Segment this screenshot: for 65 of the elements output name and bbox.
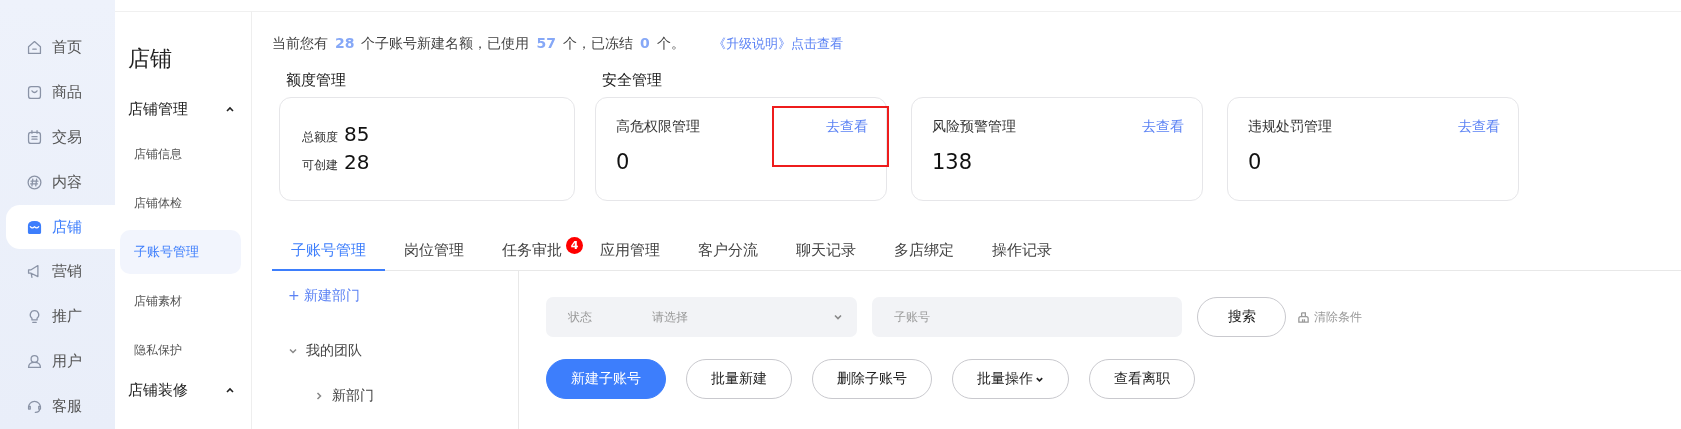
user-icon bbox=[26, 352, 43, 370]
tab[interactable]: 子账号管理 bbox=[272, 231, 385, 271]
tab[interactable]: 聊天记录 bbox=[777, 231, 875, 271]
action-button[interactable]: 批量操作 bbox=[952, 359, 1069, 399]
broom-icon bbox=[1297, 310, 1310, 324]
view-link[interactable]: 去查看 bbox=[826, 118, 868, 136]
sidebar-item[interactable]: 店铺体检 bbox=[120, 181, 241, 225]
add-department-link[interactable]: + 新建部门 bbox=[288, 287, 518, 311]
sidebar-group[interactable]: 店铺管理 bbox=[125, 96, 241, 122]
home-icon bbox=[26, 39, 43, 57]
caret-icon bbox=[288, 346, 298, 356]
tab[interactable]: 多店绑定 bbox=[875, 231, 973, 271]
sidebar-title: 店铺 bbox=[128, 45, 173, 73]
sidebar-item[interactable]: 隐私保护 bbox=[120, 328, 241, 372]
card-value: 0 bbox=[616, 150, 631, 174]
nav-item[interactable]: 营销 bbox=[6, 249, 115, 294]
section-title: 安全管理 bbox=[601, 71, 663, 91]
shop-icon bbox=[26, 218, 43, 236]
upgrade-link[interactable]: 《升级说明》点击查看 bbox=[712, 34, 843, 53]
bag-icon bbox=[26, 84, 43, 102]
nav-item[interactable]: 店铺 bbox=[6, 205, 115, 249]
create-button[interactable]: 新建子账号 bbox=[546, 359, 666, 399]
caret-icon bbox=[225, 104, 235, 114]
sidebar-item[interactable]: 店铺信息 bbox=[120, 132, 241, 176]
action-button[interactable]: 批量新建 bbox=[686, 359, 792, 399]
card-value: 0 bbox=[1248, 150, 1263, 174]
nav-item[interactable]: 商品 bbox=[6, 70, 115, 115]
nav-item[interactable]: 推广 bbox=[6, 294, 115, 339]
tab[interactable]: 操作记录 bbox=[973, 231, 1071, 271]
count-badge: 4 bbox=[566, 237, 583, 254]
nav-item[interactable]: 用户 bbox=[6, 339, 115, 384]
notice-text: 当前您有 28 个子账号新建名额，已使用 57 个，已冻结 0 个。 bbox=[272, 34, 685, 53]
sidebar-item[interactable]: 店铺素材 bbox=[120, 279, 241, 323]
quota-value: 28 bbox=[344, 150, 370, 174]
card-value: 138 bbox=[932, 150, 974, 174]
sidebar-group[interactable]: 店铺装修 bbox=[125, 377, 241, 403]
card-title: 风险预警管理 bbox=[932, 118, 1016, 136]
quota-label: 可创建 bbox=[302, 157, 338, 174]
nav-item[interactable]: 交易 bbox=[6, 115, 115, 160]
quota-label: 总额度 bbox=[302, 129, 338, 146]
tab[interactable]: 任务审批 4 bbox=[483, 231, 581, 271]
caret-icon bbox=[314, 391, 324, 401]
tree-node[interactable]: 新部门 bbox=[288, 384, 518, 408]
card-title: 高危权限管理 bbox=[616, 118, 700, 136]
nav-item[interactable]: 客服 bbox=[6, 384, 115, 429]
quota-value: 85 bbox=[344, 122, 370, 146]
tab[interactable]: 客户分流 bbox=[679, 231, 777, 271]
tab[interactable]: 应用管理 bbox=[581, 231, 679, 271]
action-button[interactable]: 删除子账号 bbox=[812, 359, 932, 399]
card-title: 违规处罚管理 bbox=[1248, 118, 1332, 136]
nav-item[interactable]: 内容 bbox=[6, 160, 115, 205]
view-link[interactable]: 去查看 bbox=[1142, 118, 1184, 136]
view-link[interactable]: 去查看 bbox=[1458, 118, 1500, 136]
nav-item[interactable]: 首页 bbox=[6, 26, 115, 70]
clipboard-icon bbox=[26, 128, 43, 146]
action-button[interactable]: 查看离职 bbox=[1089, 359, 1195, 399]
tree-node[interactable]: 我的团队 bbox=[288, 339, 518, 363]
caret-icon bbox=[833, 312, 843, 322]
search-button[interactable]: 搜索 bbox=[1197, 297, 1286, 337]
caret-icon bbox=[225, 385, 235, 395]
sidebar-item[interactable]: 子账号管理 bbox=[120, 230, 241, 274]
account-input[interactable]: 子账号 bbox=[872, 297, 1182, 337]
section-title: 额度管理 bbox=[285, 71, 347, 91]
tab[interactable]: 岗位管理 bbox=[385, 231, 483, 271]
hashtag-icon bbox=[26, 173, 43, 191]
